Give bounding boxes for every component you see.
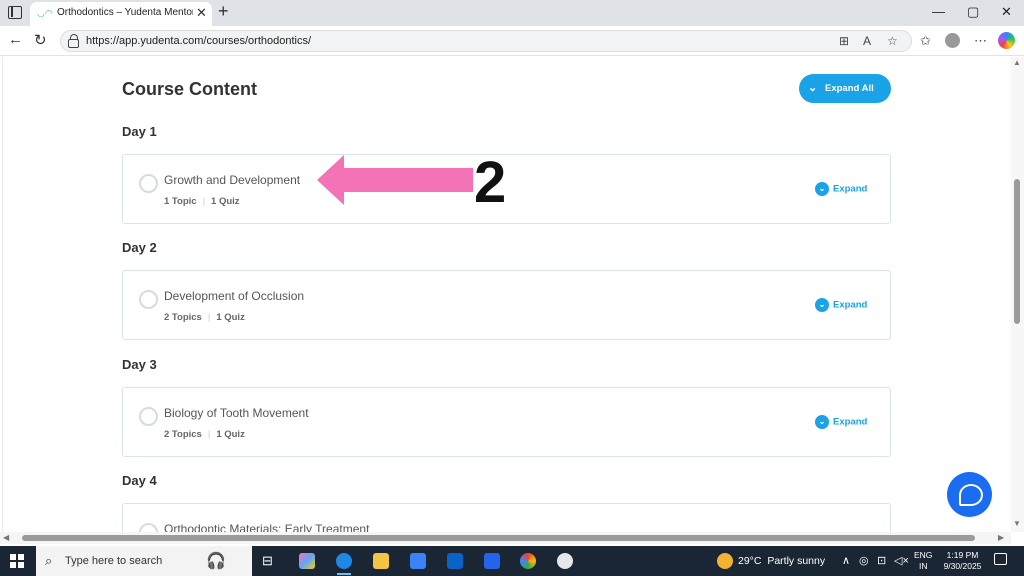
day-heading: Day 3: [122, 357, 157, 372]
address-bar[interactable]: https://app.yudenta.com/courses/orthodon…: [60, 30, 912, 52]
quiz-count: 1 Quiz: [211, 196, 240, 207]
day-heading: Day 2: [122, 240, 157, 255]
new-tab-button[interactable]: +: [218, 1, 229, 22]
meet-now-icon[interactable]: ◎: [859, 554, 869, 567]
lesson-title[interactable]: Development of Occlusion: [164, 289, 304, 303]
lesson-title[interactable]: Biology of Tooth Movement: [164, 406, 309, 420]
quiz-count: 1 Quiz: [216, 312, 245, 323]
scroll-down-icon[interactable]: ▼: [1013, 519, 1021, 528]
horizontal-scrollbar[interactable]: ◀ ▶: [0, 532, 1011, 544]
expand-all-button[interactable]: ⌄ Expand All: [799, 74, 891, 103]
active-app-indicator: [337, 573, 351, 575]
app-available-icon[interactable]: ⊞: [839, 34, 849, 48]
scroll-left-icon[interactable]: ◀: [3, 533, 9, 542]
browser-tab-strip: ◡◠ Orthodontics – Yudenta Mentoring ✕ + …: [0, 0, 1024, 26]
network-icon[interactable]: ⊡: [877, 554, 886, 567]
annotation-arrow: [317, 155, 473, 205]
snipping-tool-icon[interactable]: [557, 553, 573, 569]
completion-circle-icon[interactable]: [139, 174, 158, 193]
yudenta-favicon-icon: ◡◠: [37, 8, 53, 18]
lesson-meta: 2 Topics | 1 Quiz: [164, 312, 245, 323]
reload-icon[interactable]: ↻: [34, 31, 47, 49]
language-indicator[interactable]: ENG IN: [914, 550, 932, 572]
page-title: Course Content: [122, 79, 257, 99]
lock-icon: [68, 34, 79, 48]
weather-icon[interactable]: [717, 553, 733, 569]
volume-icon[interactable]: ◁×: [894, 554, 909, 567]
topic-count: 2 Topics: [164, 312, 202, 323]
completion-circle-icon[interactable]: [139, 407, 158, 426]
search-highlight-icon: 🎧: [206, 553, 226, 570]
favorites-icon[interactable]: ✩: [920, 33, 931, 49]
search-icon: ⌕: [45, 553, 53, 568]
chevron-down-icon: ⌄: [815, 415, 829, 429]
read-aloud-icon[interactable]: A: [863, 34, 871, 48]
topic-count: 1 Topic: [164, 196, 197, 207]
file-explorer-icon[interactable]: [373, 553, 389, 569]
tab-title: Orthodontics – Yudenta Mentoring: [57, 7, 193, 18]
lesson-card[interactable]: Growth and Development 1 Topic | 1 Quiz ⌄ E…: [122, 154, 891, 224]
scrollbar-thumb[interactable]: [1014, 179, 1020, 324]
taskbar: ⌕ Type here to search 🎧 ⊟ 29°C Partly su…: [0, 546, 1024, 576]
back-icon[interactable]: ←: [8, 31, 23, 48]
quiz-count: 1 Quiz: [216, 429, 245, 440]
weather-widget[interactable]: 29°C Partly sunny: [738, 555, 825, 567]
annotation-number: 2: [474, 150, 507, 215]
profile-avatar[interactable]: [945, 33, 960, 48]
lesson-card[interactable]: Biology of Tooth Movement 2 Topics | 1 Qui…: [122, 387, 891, 457]
minimize-button[interactable]: —: [932, 4, 945, 19]
copilot-app-icon[interactable]: [299, 553, 315, 569]
more-menu-icon[interactable]: ⋯: [974, 33, 987, 49]
page-content: Course Content ⌄ Expand All Day 1 Growth…: [0, 57, 1024, 532]
maximize-button[interactable]: ▢: [967, 4, 979, 20]
chat-widget-button[interactable]: [947, 472, 992, 517]
chevron-down-icon: ⌄: [808, 82, 818, 94]
taskbar-search[interactable]: ⌕ Type here to search 🎧: [36, 546, 252, 576]
browser-tab[interactable]: ◡◠ Orthodontics – Yudenta Mentoring ✕: [30, 2, 212, 26]
expand-all-label: Expand All: [825, 83, 874, 94]
scrollbar-thumb[interactable]: [22, 535, 975, 541]
favorite-star-icon[interactable]: ☆: [887, 34, 898, 48]
chevron-up-icon[interactable]: ∧: [842, 554, 850, 567]
clock[interactable]: 1:19 PM 9/30/2025: [940, 550, 985, 572]
outlook-icon[interactable]: [447, 553, 463, 569]
close-window-button[interactable]: ✕: [1001, 4, 1012, 20]
scroll-right-icon[interactable]: ▶: [998, 533, 1004, 542]
url-text[interactable]: https://app.yudenta.com/courses/orthodon…: [86, 35, 311, 47]
chevron-down-icon: ⌄: [815, 298, 829, 312]
microsoft-store-icon[interactable]: [410, 553, 426, 569]
day-heading: Day 4: [122, 473, 157, 488]
browser-toolbar: ← ↻ https://app.yudenta.com/courses/orth…: [0, 26, 1024, 56]
expand-lesson-button[interactable]: ⌄ Expand: [815, 182, 867, 196]
expand-lesson-button[interactable]: ⌄ Expand: [815, 298, 867, 312]
scroll-up-icon[interactable]: ▲: [1013, 58, 1021, 67]
day-heading: Day 1: [122, 124, 157, 139]
copilot-icon[interactable]: [998, 32, 1015, 49]
tab-actions-icon[interactable]: [8, 6, 22, 19]
topic-count: 2 Topics: [164, 429, 202, 440]
chrome-icon[interactable]: [520, 553, 536, 569]
bitwarden-icon[interactable]: [484, 553, 500, 569]
completion-circle-icon[interactable]: [139, 290, 158, 309]
notification-icon[interactable]: [994, 553, 1007, 565]
windows-start-icon[interactable]: [10, 554, 24, 568]
tab-close-icon[interactable]: ✕: [196, 5, 207, 21]
edge-browser-icon[interactable]: [336, 553, 352, 569]
lesson-card[interactable]: Orthodontic Materials; Early Treatment: [122, 503, 891, 532]
task-view-icon[interactable]: ⊟: [262, 553, 273, 569]
chevron-down-icon: ⌄: [815, 182, 829, 196]
lesson-card[interactable]: Development of Occlusion 2 Topics | 1 Quiz…: [122, 270, 891, 340]
lesson-meta: 1 Topic | 1 Quiz: [164, 196, 240, 207]
lesson-title[interactable]: Growth and Development: [164, 173, 300, 187]
search-placeholder[interactable]: Type here to search: [65, 555, 162, 567]
divider: [2, 57, 3, 532]
lesson-title[interactable]: Orthodontic Materials; Early Treatment: [164, 522, 369, 532]
vertical-scrollbar[interactable]: ▲ ▼: [1011, 57, 1024, 532]
completion-circle-icon[interactable]: [139, 523, 158, 532]
lesson-meta: 2 Topics | 1 Quiz: [164, 429, 245, 440]
expand-lesson-button[interactable]: ⌄ Expand: [815, 415, 867, 429]
